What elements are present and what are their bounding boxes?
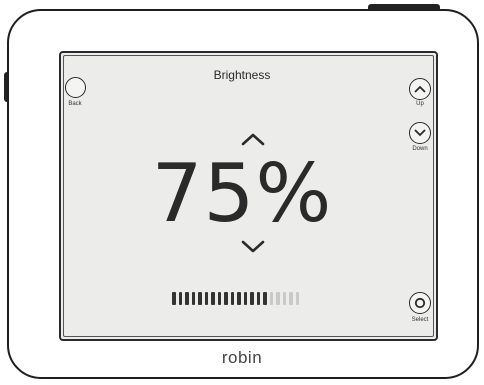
level-segment-on [217, 292, 221, 305]
select-button-label: Select [411, 317, 429, 323]
back-button[interactable] [65, 77, 86, 98]
select-button[interactable] [409, 292, 431, 314]
level-segment-on [243, 292, 247, 305]
level-segment-off [276, 292, 280, 305]
level-segment-off [282, 292, 286, 305]
up-button-label: Up [416, 101, 424, 107]
level-segment-off [269, 292, 273, 305]
level-segment-off [295, 292, 299, 305]
increase-chevron[interactable] [241, 132, 265, 146]
brightness-value: 75% [151, 147, 333, 240]
chevron-up-icon [414, 85, 426, 93]
level-segment-on [191, 292, 195, 305]
select-ring-icon [414, 297, 426, 309]
level-segment-off [289, 292, 293, 305]
brightness-level-bar [172, 292, 299, 305]
down-button[interactable] [409, 122, 431, 144]
level-segment-on [185, 292, 189, 305]
level-segment-on [250, 292, 254, 305]
level-segment-on [263, 292, 267, 305]
back-button-label: Back [68, 101, 82, 107]
level-segment-on [172, 292, 176, 305]
level-segment-on [237, 292, 241, 305]
level-segment-on [204, 292, 208, 305]
level-segment-on [198, 292, 202, 305]
chevron-down-icon [414, 129, 426, 137]
decrease-chevron[interactable] [241, 240, 265, 254]
level-segment-on [224, 292, 228, 305]
level-segment-on [178, 292, 182, 305]
up-button[interactable] [409, 78, 431, 100]
level-segment-on [211, 292, 215, 305]
level-segment-on [230, 292, 234, 305]
brand-logo: robin [221, 348, 263, 367]
level-segment-on [256, 292, 260, 305]
